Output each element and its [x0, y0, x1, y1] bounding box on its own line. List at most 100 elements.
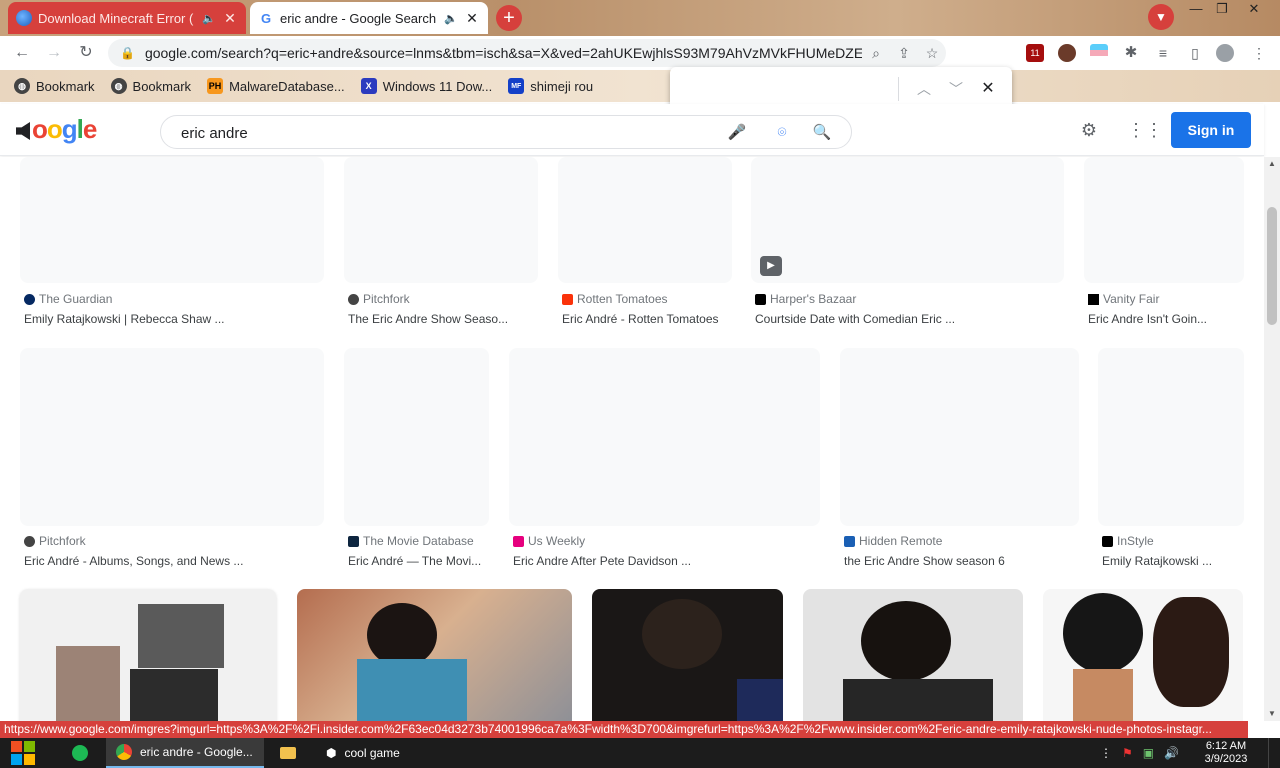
more-icon[interactable]: ⋮ [1100, 746, 1112, 760]
result-caption[interactable]: The Eric Andre Show Seaso... [348, 312, 538, 326]
flag-extension-icon[interactable] [1090, 44, 1108, 62]
volume-icon[interactable]: 🔊 [1164, 746, 1179, 760]
bookmark-item[interactable]: X Windows 11 Dow... [360, 78, 492, 94]
search-input[interactable] [181, 122, 701, 144]
search-icon[interactable]: 🔍 [811, 122, 833, 144]
taskbar-cool-game[interactable]: ⬢ cool game [316, 738, 416, 768]
speaker-icon[interactable]: 🔈 [444, 12, 458, 25]
result-caption[interactable]: the Eric Andre Show season 6 [844, 554, 1080, 568]
result-source: InStyle [1102, 534, 1154, 548]
new-tab-button[interactable]: + [496, 5, 522, 31]
tab-google-search[interactable]: G eric andre - Google Search 🔈 ✕ [250, 2, 488, 34]
result-caption[interactable]: Emily Ratajkowski ... [1102, 554, 1246, 568]
image-thumbnail[interactable] [20, 589, 276, 721]
image-placeholder[interactable] [840, 348, 1079, 526]
source-label: Harper's Bazaar [770, 292, 857, 306]
scroll-up-icon[interactable]: ▲ [1264, 157, 1280, 171]
bookmark-star-icon[interactable]: ☆ [918, 45, 946, 62]
taskbar-clock[interactable]: 6:12 AM 3/9/2023 [1196, 740, 1256, 766]
flag-icon[interactable]: ⚑ [1122, 746, 1133, 760]
lens-icon[interactable]: ⌕ [862, 45, 890, 62]
image-thumbnail[interactable] [803, 589, 1023, 721]
menu-icon[interactable]: ⋮ [1250, 44, 1268, 62]
image-thumbnail[interactable] [1043, 589, 1243, 721]
bookmark-item[interactable]: ◍ Bookmark [110, 78, 191, 94]
share-icon[interactable]: ⇪ [890, 45, 918, 62]
image-placeholder[interactable] [1098, 348, 1244, 526]
result-caption[interactable]: Eric André — The Movi... [348, 554, 488, 568]
back-icon[interactable]: ← [10, 41, 34, 65]
result-caption[interactable]: Eric André - Rotten Tomatoes [562, 312, 742, 326]
close-tab-icon[interactable]: ✕ [464, 10, 480, 27]
camera-icon[interactable]: ⌾ [771, 122, 793, 144]
image-placeholder[interactable] [1084, 157, 1244, 283]
minimize-icon[interactable]: — [1182, 0, 1210, 20]
source-label: The Movie Database [363, 534, 474, 548]
close-tab-icon[interactable]: ✕ [222, 10, 238, 27]
media-icon[interactable]: ≡ [1154, 44, 1172, 62]
image-tile [1063, 593, 1143, 673]
bookmark-item[interactable]: ◍ Bookmark [14, 78, 95, 94]
result-caption[interactable]: Emily Ratajkowski | Rebecca Shaw ... [24, 312, 324, 326]
restore-icon[interactable]: ❐ [1208, 0, 1236, 20]
scroll-down-icon[interactable]: ▼ [1264, 707, 1280, 721]
find-input[interactable] [678, 75, 900, 103]
puzzle-icon[interactable]: ✱ [1122, 44, 1140, 62]
microphone-icon[interactable]: 🎤 [726, 122, 748, 144]
google-logo[interactable]: oogle [16, 114, 97, 145]
image-placeholder[interactable] [751, 157, 1064, 283]
result-caption[interactable]: Courtside Date with Comedian Eric ... [755, 312, 1055, 326]
image-placeholder[interactable] [509, 348, 820, 526]
reload-icon[interactable]: ↻ [74, 41, 98, 65]
settings-gear-icon[interactable]: ⚙ [1077, 118, 1101, 142]
image-tile [130, 669, 218, 721]
side-panel-icon[interactable]: ▯ [1186, 44, 1204, 62]
taskbar-chrome-window[interactable]: eric andre - Google... [106, 738, 264, 768]
network-icon[interactable]: ▣ [1143, 746, 1154, 760]
bookmark-item[interactable]: MF shimeji rou [508, 78, 593, 94]
sign-in-button[interactable]: Sign in [1171, 112, 1251, 148]
page-scrollbar[interactable]: ▲ ▼ [1264, 157, 1280, 721]
address-bar[interactable]: 🔒 google.com/search?q=eric+andre&source=… [108, 39, 946, 67]
result-caption[interactable]: Eric Andre Isn't Goin... [1088, 312, 1240, 326]
profile-icon[interactable] [1216, 44, 1234, 62]
image-placeholder[interactable] [20, 348, 324, 526]
image-placeholder[interactable] [344, 157, 538, 283]
result-caption[interactable]: Eric Andre After Pete Davidson ... [513, 554, 823, 568]
source-label: Rotten Tomatoes [577, 292, 668, 306]
image-placeholder[interactable] [20, 157, 324, 283]
bookmark-label: shimeji rou [530, 78, 594, 94]
file-explorer-taskbar-icon[interactable] [270, 738, 310, 768]
browser-toolbar: ← → ↻ 🔒 google.com/search?q=eric+andre&s… [0, 36, 1280, 70]
source-label: Us Weekly [528, 534, 586, 548]
scroll-thumb[interactable] [1267, 207, 1277, 325]
result-source: Vanity Fair [1088, 292, 1159, 306]
find-next-icon[interactable]: ﹀ [944, 77, 968, 101]
image-thumbnail[interactable] [592, 589, 783, 721]
start-button[interactable] [0, 738, 50, 768]
image-tile [138, 604, 224, 668]
image-placeholder[interactable] [344, 348, 489, 526]
image-placeholder[interactable] [558, 157, 732, 283]
result-caption[interactable]: Eric André - Albums, Songs, and News ... [24, 554, 324, 568]
us-weekly-favicon-icon [513, 535, 524, 547]
spotify-taskbar-icon[interactable] [62, 738, 102, 768]
forward-icon[interactable]: → [42, 41, 66, 65]
image-thumbnail[interactable] [297, 589, 572, 721]
tab-minecraft[interactable]: Download Minecraft Error ( 🔈 ✕ [8, 2, 246, 34]
image-tile [861, 601, 951, 681]
close-window-icon[interactable]: ✕ [1240, 0, 1268, 20]
show-desktop-button[interactable] [1268, 738, 1280, 768]
speaker-icon[interactable]: 🔈 [202, 12, 216, 25]
avatar-extension-icon[interactable] [1058, 44, 1076, 62]
bookmark-item[interactable]: PH MalwareDatabase... [207, 78, 345, 94]
find-previous-icon[interactable]: ︿ [912, 77, 936, 101]
url-text: google.com/search?q=eric+andre&source=ln… [144, 45, 862, 61]
find-close-icon[interactable]: ✕ [976, 77, 1000, 101]
hidden-remote-favicon-icon [844, 535, 855, 547]
lock-icon[interactable]: 🔒 [120, 46, 135, 60]
system-tray[interactable]: ⋮ ⚑ ▣ 🔊 [1090, 738, 1190, 768]
tab-search-icon[interactable]: ▼ [1148, 4, 1174, 30]
extension-badge-icon[interactable]: 11 [1026, 44, 1044, 62]
apps-grid-icon[interactable]: ⋮⋮ [1127, 118, 1163, 142]
